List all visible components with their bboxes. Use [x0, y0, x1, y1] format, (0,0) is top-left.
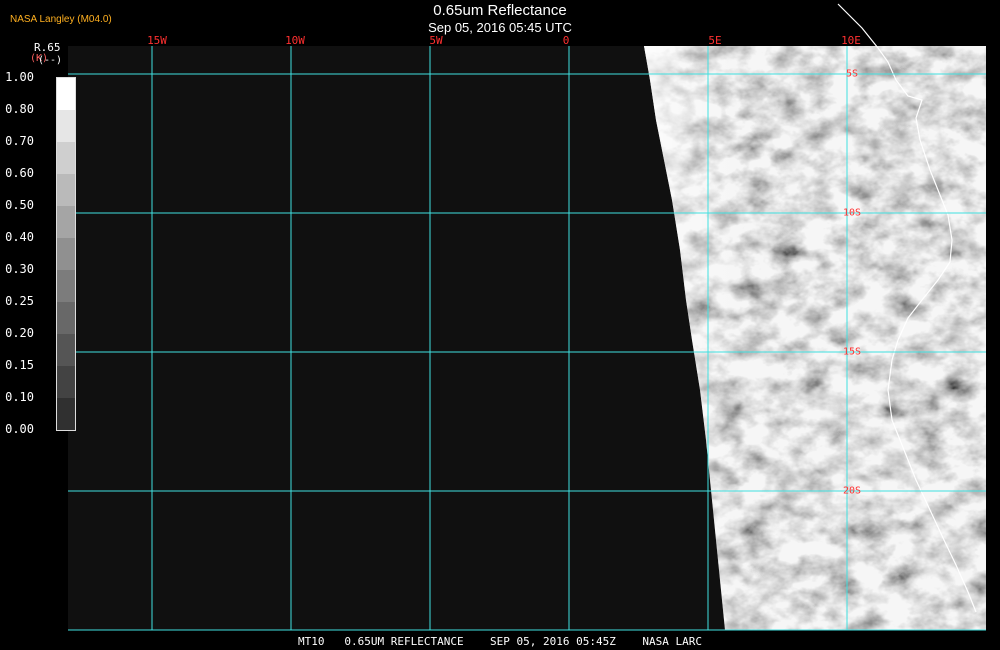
satellite-image-frame: 0.65um Reflectance Sep 05, 2016 05:45 UT… — [0, 0, 1000, 650]
colorbar-tick-label: 0.10 — [5, 390, 34, 404]
colorbar-tick-label: 0.30 — [5, 262, 34, 276]
colorbar-segment — [57, 110, 75, 142]
colorbar — [56, 77, 76, 431]
lon-label-10w: 10W — [285, 34, 305, 47]
colorbar-tick-label: 0.60 — [5, 166, 34, 180]
colorbar-segment — [57, 302, 75, 334]
colorbar-tick-label: 0.15 — [5, 358, 34, 372]
lat-label-15s: 15S — [842, 346, 862, 358]
lon-label-5w: 5W — [429, 34, 443, 47]
colorbar-tick-label: 0.20 — [5, 326, 34, 340]
colorbar-tick-label: 0.70 — [5, 134, 34, 148]
colorbar-tick-label: 1.00 — [5, 70, 34, 84]
colorbar-segment — [57, 142, 75, 174]
lon-label-0: 0 — [562, 34, 570, 47]
lon-label-10e: 10E — [841, 34, 861, 47]
lat-label-10s: 10S — [842, 207, 862, 219]
colorbar-tick-label: 0.80 — [5, 102, 34, 116]
lon-label-15w: 15W — [147, 34, 167, 47]
daylight-imagery — [644, 46, 986, 630]
colorbar-tick-label: 0.50 — [5, 198, 34, 212]
colorbar-unit-alt-label: (--) — [38, 55, 63, 66]
footer-caption: MT10 0.65UM REFLECTANCE SEP 05, 2016 05:… — [298, 635, 702, 648]
colorbar-segment — [57, 238, 75, 270]
colorbar-segment — [57, 174, 75, 206]
colorbar-tick-label: 0.00 — [5, 422, 34, 436]
lat-label-5s: 5S — [845, 68, 859, 80]
image-title: 0.65um Reflectance — [433, 2, 567, 19]
colorbar-segment — [57, 206, 75, 238]
colorbar-segment — [57, 398, 75, 430]
colorbar-channel-label: R.65 — [34, 41, 61, 54]
colorbar-segment — [57, 270, 75, 302]
agency-label: NASA Langley (M04.0) — [10, 14, 112, 25]
lon-label-5e: 5E — [708, 34, 722, 47]
colorbar-tick-label: 0.25 — [5, 294, 34, 308]
imagery-layer — [68, 3, 986, 631]
lat-label-20s: 20S — [842, 485, 862, 497]
image-timestamp: Sep 05, 2016 05:45 UTC — [428, 20, 572, 35]
colorbar-tick-label: 0.40 — [5, 230, 34, 244]
colorbar-segment — [57, 334, 75, 366]
colorbar-segment — [57, 366, 75, 398]
colorbar-segment — [57, 78, 75, 110]
